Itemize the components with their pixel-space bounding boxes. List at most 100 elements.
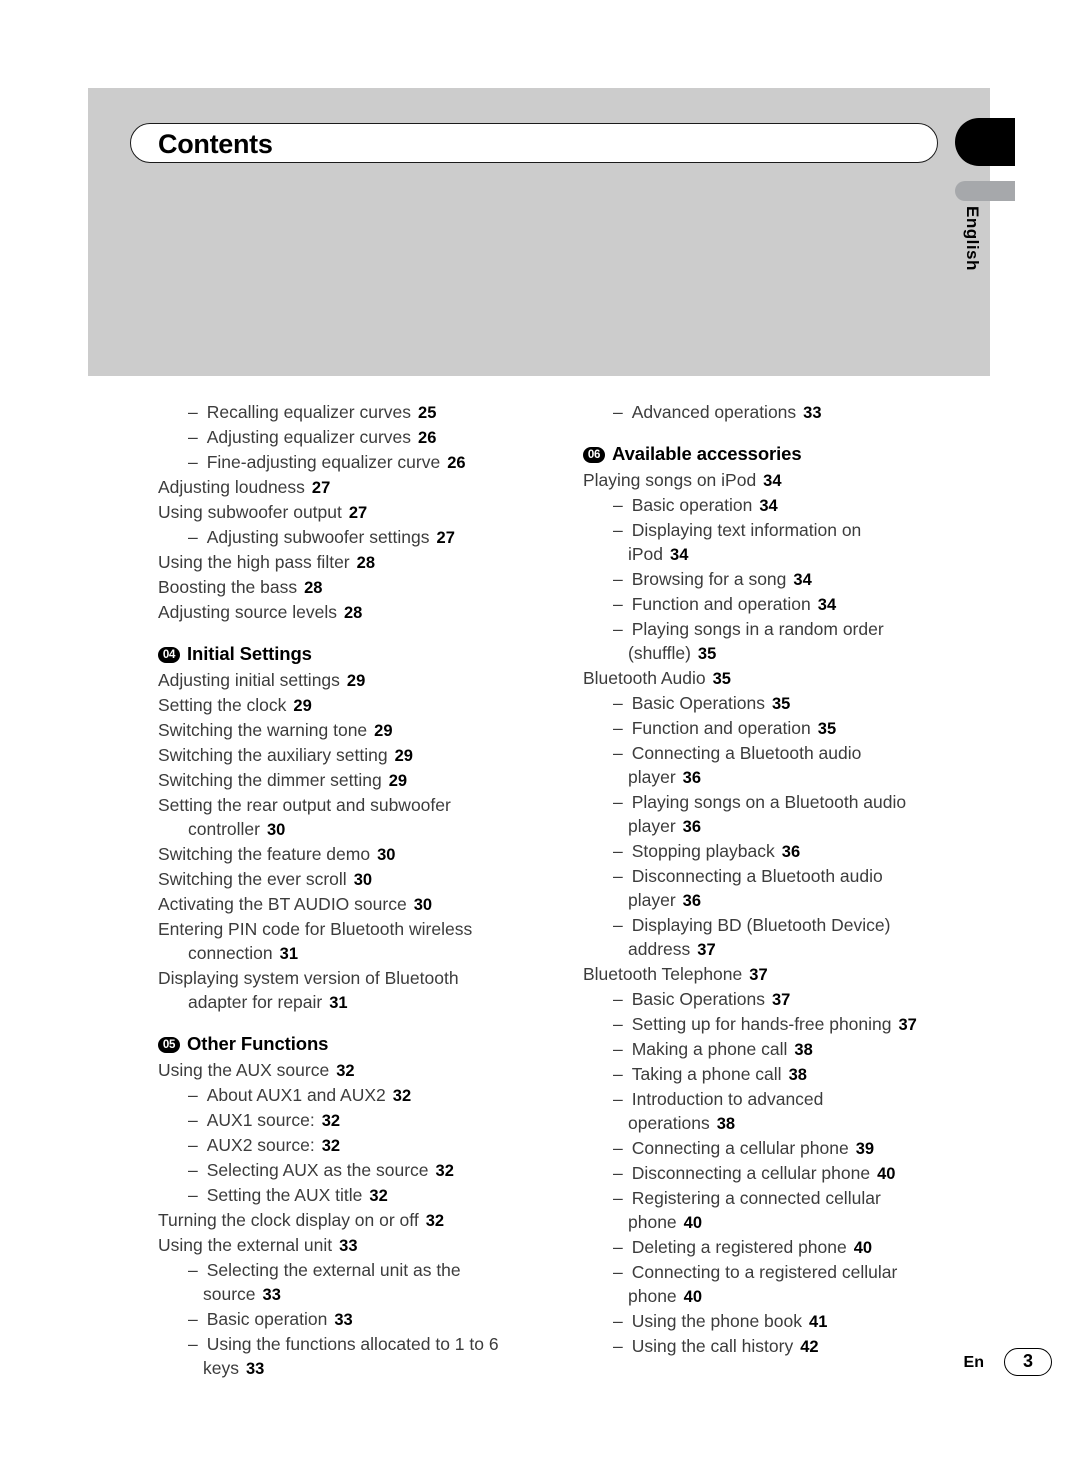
toc-entry-page: 39 (855, 1140, 875, 1158)
toc-entry[interactable]: – Basic operation 34 (583, 493, 1003, 518)
toc-entry-label: Setting the AUX title (206, 1185, 363, 1205)
toc-entry[interactable]: – Function and operation 35 (583, 716, 1003, 741)
toc-entry[interactable]: Displaying system version of Bluetooth ad… (158, 966, 578, 1015)
toc-entry-label: Using the external unit (158, 1235, 333, 1255)
toc-entry[interactable]: – Displaying BD (Bluetooth Device) address… (583, 913, 1003, 962)
section-number-badge: 06 (583, 447, 605, 463)
toc-entry[interactable]: – Introduction to advanced operations 38 (583, 1087, 1003, 1136)
toc-entry[interactable]: – AUX1 source: 32 (158, 1108, 578, 1133)
toc-entry-page: 37 (697, 941, 716, 959)
toc-entry[interactable]: – Browsing for a song 34 (583, 567, 1003, 592)
toc-entry-label-continued: adapter for repair 31 (188, 992, 348, 1012)
toc-entry[interactable]: – Selecting AUX as the source 32 (158, 1158, 578, 1183)
toc-entry[interactable]: – Disconnecting a cellular phone 40 (583, 1161, 1003, 1186)
toc-entry[interactable]: – Playing songs on a Bluetooth audio playe… (583, 790, 1003, 839)
section-number-badge: 04 (158, 647, 180, 663)
toc-entry-label-continued: (shuffle) 35 (628, 643, 717, 663)
toc-entry[interactable]: – Taking a phone call 38 (583, 1062, 1003, 1087)
toc-entry[interactable]: – Playing songs in a random order (shuffle… (583, 617, 1003, 666)
toc-entry[interactable]: – Disconnecting a Bluetooth audio player 36 (583, 864, 1003, 913)
toc-entry[interactable]: – Connecting to a registered cellular phon… (583, 1260, 1003, 1309)
toc-entry-page: 31 (329, 994, 348, 1012)
toc-entry[interactable]: Switching the ever scroll 30 (158, 867, 578, 892)
toc-entry-page: 29 (346, 672, 366, 690)
toc-entry-label-continued: operations 38 (628, 1113, 736, 1133)
toc-entry[interactable]: – Basic Operations 35 (583, 691, 1003, 716)
toc-entry-label: AUX2 source: (206, 1135, 315, 1155)
toc-entry[interactable]: Using the external unit 33 (158, 1233, 578, 1258)
toc-entry[interactable]: Switching the auxiliary setting 29 (158, 743, 578, 768)
toc-entry-page: 28 (356, 554, 375, 572)
toc-entry[interactable]: – Basic operation 33 (158, 1307, 578, 1332)
toc-entry-page: 34 (817, 596, 837, 614)
toc-entry[interactable]: – Fine-adjusting equalizer curve 26 (158, 450, 578, 475)
toc-entry[interactable]: – Selecting the external unit as the sourc… (158, 1258, 578, 1307)
toc-entry-label: Basic operation (631, 495, 753, 515)
toc-entry[interactable]: Using the AUX source 32 (158, 1058, 578, 1083)
toc-entry-page: 29 (394, 747, 413, 765)
toc-section-heading: 05 Other Functions (158, 1033, 578, 1057)
bullet-dash-icon: – (613, 1039, 623, 1059)
toc-entry-label: Turning the clock display on or off (158, 1210, 419, 1230)
toc-entry[interactable]: Bluetooth Telephone 37 (583, 962, 1003, 987)
toc-entry[interactable]: – Function and operation 34 (583, 592, 1003, 617)
toc-entry[interactable]: Turning the clock display on or off 32 (158, 1208, 578, 1233)
bullet-dash-icon: – (613, 569, 623, 589)
toc-entry[interactable]: – Deleting a registered phone 40 (583, 1235, 1003, 1260)
toc-entry-label: Displaying BD (Bluetooth Device) (631, 915, 891, 935)
toc-entry[interactable]: – Setting up for hands-free phoning 37 (583, 1012, 1003, 1037)
toc-entry[interactable]: – AUX2 source: 32 (158, 1133, 578, 1158)
bullet-dash-icon: – (613, 495, 623, 515)
toc-entry-page: 37 (898, 1016, 917, 1034)
toc-entry[interactable]: Adjusting loudness 27 (158, 475, 578, 500)
toc-entry[interactable]: Playing songs on iPod 34 (583, 468, 1003, 493)
toc-entry[interactable]: Entering PIN code for Bluetooth wireless… (158, 917, 578, 966)
toc-entry[interactable]: Activating the BT AUDIO source 30 (158, 892, 578, 917)
bullet-dash-icon: – (613, 743, 623, 763)
toc-entry[interactable]: – Using the phone book 41 (583, 1309, 1003, 1334)
toc-entry-label: Recalling equalizer curves (206, 402, 412, 422)
toc-entry[interactable]: – About AUX1 and AUX2 32 (158, 1083, 578, 1108)
bullet-dash-icon: – (188, 1110, 198, 1130)
toc-entry[interactable]: Setting the clock 29 (158, 693, 578, 718)
toc-entry[interactable]: Switching the dimmer setting 29 (158, 768, 578, 793)
toc-entry[interactable]: – Adjusting subwoofer settings 27 (158, 525, 578, 550)
toc-entry[interactable]: – Connecting a cellular phone 39 (583, 1136, 1003, 1161)
toc-entry-page: 35 (817, 720, 837, 738)
toc-entry[interactable]: Using subwoofer output 27 (158, 500, 578, 525)
bullet-dash-icon: – (188, 1185, 198, 1205)
toc-entry-page: 29 (293, 697, 312, 715)
toc-entry[interactable]: Bluetooth Audio 35 (583, 666, 1003, 691)
toc-entry-page: 36 (682, 769, 702, 787)
toc-entry[interactable]: – Connecting a Bluetooth audio player 36 (583, 741, 1003, 790)
toc-entry[interactable]: – Making a phone call 38 (583, 1037, 1003, 1062)
toc-entry-label: Advanced operations (631, 402, 797, 422)
bullet-dash-icon: – (613, 866, 623, 886)
bullet-dash-icon: – (613, 1163, 623, 1183)
toc-entry[interactable]: Adjusting source levels 28 (158, 600, 578, 625)
toc-entry-label: Basic Operations (631, 693, 765, 713)
toc-entry[interactable]: Using the high pass filter 28 (158, 550, 578, 575)
toc-entry[interactable]: – Advanced operations 33 (583, 400, 1003, 425)
toc-entry[interactable]: – Registering a connected cellular phone 40 (583, 1186, 1003, 1235)
toc-entry[interactable]: Switching the warning tone 29 (158, 718, 578, 743)
toc-entry[interactable]: – Stopping playback 36 (583, 839, 1003, 864)
toc-entry-label-continued: address 37 (628, 939, 716, 959)
footer-page-number: 3 (1004, 1348, 1052, 1376)
toc-entry-page: 30 (377, 846, 396, 864)
bullet-dash-icon: – (188, 452, 198, 472)
toc-entry[interactable]: Switching the feature demo 30 (158, 842, 578, 867)
toc-entry-label: Connecting a cellular phone (631, 1138, 849, 1158)
toc-entry[interactable]: Setting the rear output and subwoofer con… (158, 793, 578, 842)
toc-entry-label: Adjusting source levels (158, 602, 337, 622)
toc-entry-label: AUX1 source: (206, 1110, 315, 1130)
toc-entry[interactable]: Adjusting initial settings 29 (158, 668, 578, 693)
toc-entry[interactable]: – Displaying text information on iPod 34 (583, 518, 1003, 567)
toc-entry[interactable]: – Recalling equalizer curves 25 (158, 400, 578, 425)
toc-entry[interactable]: Boosting the bass 28 (158, 575, 578, 600)
toc-entry-label-continued: player 36 (628, 767, 702, 787)
toc-entry[interactable]: – Adjusting equalizer curves 26 (158, 425, 578, 450)
toc-entry[interactable]: – Setting the AUX title 32 (158, 1183, 578, 1208)
toc-entry[interactable]: – Basic Operations 37 (583, 987, 1003, 1012)
toc-entry-label: Connecting to a registered cellular (631, 1262, 898, 1282)
